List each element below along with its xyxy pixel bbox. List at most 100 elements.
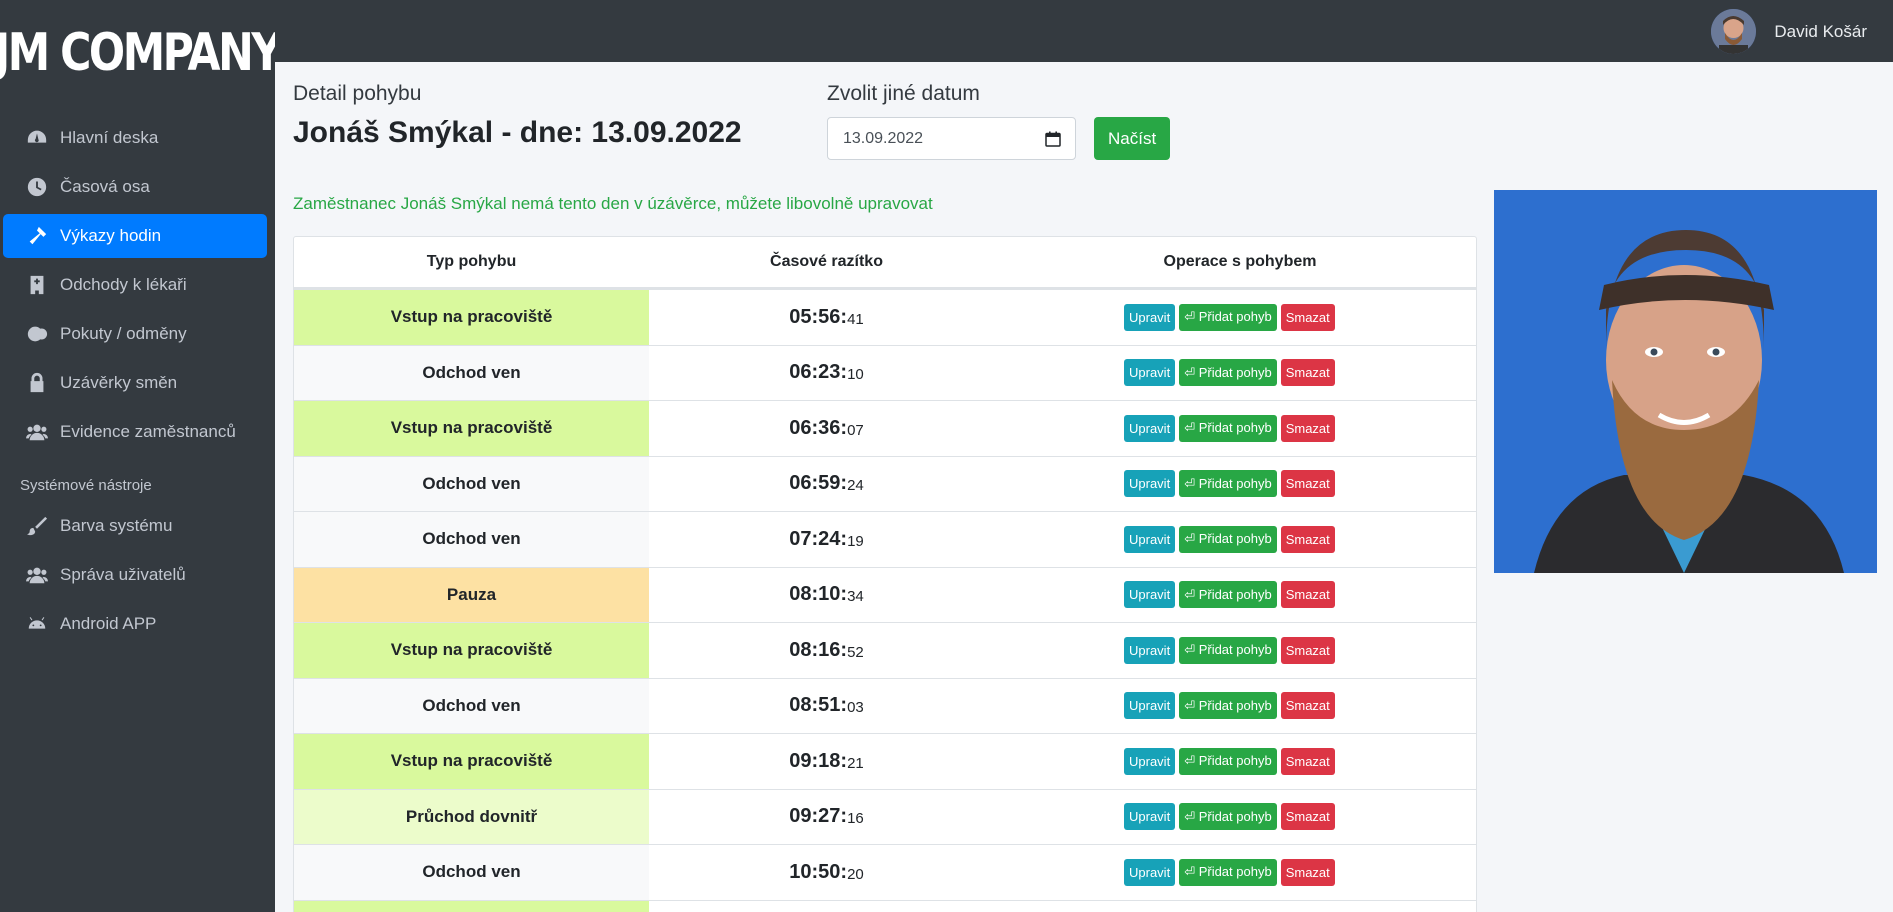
table-row: Odchod ven 06:23: 10 Upravit ⏎ Přidat pohyb S… <box>294 344 1476 400</box>
timestamp-seconds: 41 <box>847 310 864 328</box>
movement-type: Odchod ven <box>294 678 649 733</box>
delete-button[interactable]: Smazat <box>1280 747 1335 775</box>
sidebar-section-header: Systémové nástroje <box>20 477 152 494</box>
load-button[interactable]: Načíst <box>1094 117 1171 160</box>
add-movement-button[interactable]: ⏎ Přidat pohyb <box>1179 414 1277 442</box>
sidebar-item-vykazy-hodin[interactable]: Výkazy hodin <box>3 214 267 258</box>
clock-icon <box>25 175 49 199</box>
table-row: Vstup na pracoviště 09:18: 21 Upravit ⏎ Přid… <box>294 733 1476 789</box>
android-icon <box>25 612 49 636</box>
add-movement-button[interactable]: ⏎ Přidat pohyb <box>1179 858 1277 886</box>
operations-cell: Upravit⏎ Přidat pohybSmazat <box>1004 568 1476 623</box>
timestamp-seconds: 16 <box>847 810 864 828</box>
sidebar-tool-android-app[interactable]: Android APP <box>3 602 267 646</box>
edit-button[interactable]: Upravit <box>1124 470 1176 498</box>
delete-button[interactable]: Smazat <box>1280 359 1335 387</box>
add-movement-button[interactable]: ⏎ Přidat pohyb <box>1179 525 1277 553</box>
hammer-icon <box>25 224 49 248</box>
user-menu[interactable]: David Košár <box>1711 9 1867 54</box>
sidebar-item-evidence-zamestnancu[interactable]: Evidence zaměstnanců <box>3 410 267 454</box>
table-row: Pauza 08:10: 34 Upravit ⏎ Přidat pohyb Smazat <box>294 566 1476 623</box>
timestamp-hhmm: 08:10: <box>789 583 848 606</box>
edit-button[interactable]: Upravit <box>1124 525 1176 553</box>
add-movement-button[interactable]: ⏎ Přidat pohyb <box>1179 359 1277 387</box>
brand-text: JM COMPANY <box>0 23 283 83</box>
timestamp-hhmm: 06:36: <box>789 416 848 439</box>
column-header-type: Typ pohybu <box>426 253 517 270</box>
edit-button[interactable]: Upravit <box>1124 636 1176 664</box>
operations-cell: Upravit⏎ Přidat pohybSmazat <box>1004 679 1476 734</box>
employee-photo <box>1494 190 1877 573</box>
timestamp-seconds: 07 <box>847 421 864 439</box>
add-movement-button[interactable]: ⏎ Přidat pohyb <box>1179 581 1277 609</box>
timestamp-cell: 07:24: 19 <box>649 512 1004 567</box>
edit-button[interactable]: Upravit <box>1124 581 1176 609</box>
brand-logo[interactable]: JM COMPANY <box>0 22 283 84</box>
edit-button[interactable]: Upravit <box>1124 858 1176 886</box>
date-value: 13.09.2022 <box>843 129 924 147</box>
sidebar-item-casova-osa[interactable]: Časová osa <box>3 165 267 209</box>
sidebar: JM COMPANY Hlavní deska Časová osa Výkazy … <box>0 0 283 912</box>
edit-button[interactable]: Upravit <box>1124 359 1176 387</box>
add-movement-button[interactable]: ⏎ Přidat pohyb <box>1179 803 1277 831</box>
delete-button[interactable]: Smazat <box>1280 303 1335 331</box>
timestamp-cell: 08:16: 52 <box>649 623 1004 678</box>
operations-cell: Upravit⏎ Přidat pohybSmazat <box>1004 512 1476 567</box>
operations-cell: Upravit⏎ Přidat pohybSmazat <box>1004 901 1476 912</box>
sidebar-item-label: Uzávěrky směn <box>60 373 178 392</box>
add-movement-button[interactable]: ⏎ Přidat pohyb <box>1179 747 1277 775</box>
sidebar-item-label: Barva systému <box>60 516 173 535</box>
table-body: Vstup na pracoviště 05:56: 41 Upravit ⏎ Přid… <box>294 289 1476 912</box>
table-row: Upravit⏎ Přidat pohybSmazat <box>294 899 1476 912</box>
top-navbar: David Košár <box>275 0 1893 62</box>
timestamp-seconds: 03 <box>847 699 864 717</box>
sidebar-item-uzaverky-smen[interactable]: Uzávěrky směn <box>3 361 267 405</box>
date-input[interactable]: 13.09.2022 <box>827 117 1076 160</box>
operations-cell: Upravit⏎ Přidat pohybSmazat <box>1004 845 1476 900</box>
delete-button[interactable]: Smazat <box>1280 636 1335 664</box>
timestamp-seconds: 34 <box>847 588 864 606</box>
sidebar-item-odchody-k-lekari[interactable]: Odchody k lékaři <box>3 263 267 307</box>
delete-button[interactable]: Smazat <box>1280 858 1335 886</box>
timestamp-hhmm: 06:23: <box>789 361 848 384</box>
sidebar-tool-barva-systemu[interactable]: Barva systému <box>3 504 267 548</box>
delete-button[interactable]: Smazat <box>1280 414 1335 442</box>
timestamp-hhmm: 07:24: <box>789 527 848 550</box>
delete-button[interactable]: Smazat <box>1280 581 1335 609</box>
edit-button[interactable]: Upravit <box>1124 747 1176 775</box>
timestamp-seconds: 24 <box>847 477 864 495</box>
add-movement-button[interactable]: ⏎ Přidat pohyb <box>1179 303 1277 331</box>
edit-button[interactable]: Upravit <box>1124 803 1176 831</box>
edit-button[interactable]: Upravit <box>1124 692 1176 720</box>
timestamp-hhmm: 08:51: <box>789 694 848 717</box>
timestamp-hhmm: 09:18: <box>789 749 848 772</box>
sidebar-item-label: Pokuty / odměny <box>60 324 187 343</box>
add-movement-button[interactable]: ⏎ Přidat pohyb <box>1179 692 1277 720</box>
sidebar-tool-sprava-uzivatelu[interactable]: Správa uživatelů <box>3 553 267 597</box>
date-label: Zvolit jiné datum <box>827 82 980 105</box>
delete-button[interactable]: Smazat <box>1280 525 1335 553</box>
add-movement-button[interactable]: ⏎ Přidat pohyb <box>1179 470 1277 498</box>
timestamp-cell: 10:50: 20 <box>649 845 1004 900</box>
sidebar-item-hlavni-deska[interactable]: Hlavní deska <box>3 116 267 160</box>
movement-type: Vstup na pracoviště <box>294 401 649 456</box>
operations-cell: Upravit⏎ Přidat pohybSmazat <box>1004 290 1476 345</box>
coins-icon <box>25 322 49 346</box>
timestamp-seconds: 10 <box>847 366 864 384</box>
delete-button[interactable]: Smazat <box>1280 470 1335 498</box>
delete-button[interactable]: Smazat <box>1280 692 1335 720</box>
movement-type: Vstup na pracoviště <box>294 290 649 345</box>
edit-button[interactable]: Upravit <box>1124 303 1176 331</box>
edit-button[interactable]: Upravit <box>1124 414 1176 442</box>
detail-label: Detail pohybu <box>293 82 422 105</box>
calendar-icon[interactable] <box>1045 131 1061 147</box>
user-name: David Košár <box>1774 21 1867 41</box>
table-row: Odchod ven 06:59: 24 Upravit ⏎ Přidat pohyb S… <box>294 455 1476 511</box>
sidebar-item-label: Správa uživatelů <box>60 565 186 584</box>
timestamp-cell: 06:59: 24 <box>649 456 1004 511</box>
sidebar-item-label: Hlavní deska <box>60 128 159 147</box>
delete-button[interactable]: Smazat <box>1280 803 1335 831</box>
sidebar-item-pokuty-odmeny[interactable]: Pokuty / odměny <box>3 312 267 356</box>
add-movement-button[interactable]: ⏎ Přidat pohyb <box>1179 636 1277 664</box>
table-row: Odchod ven 08:51: 03 Upravit ⏎ Přidat pohyb S… <box>294 677 1476 734</box>
